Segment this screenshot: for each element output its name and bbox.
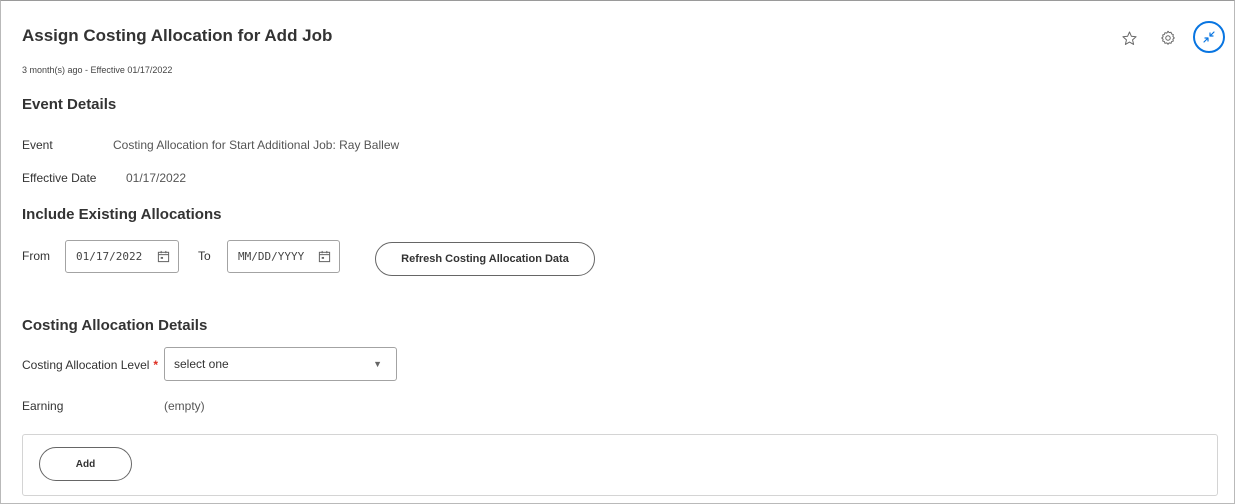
calendar-icon[interactable]: [157, 250, 170, 263]
costing-allocation-level-select[interactable]: select one ▼: [164, 347, 397, 381]
add-button[interactable]: Add: [39, 447, 132, 481]
to-label: To: [198, 249, 211, 263]
effective-date-label: Effective Date: [22, 171, 97, 185]
event-details-heading: Event Details: [22, 96, 117, 113]
event-value: Costing Allocation for Start Additional …: [113, 138, 400, 152]
event-label: Event: [22, 138, 53, 152]
select-value: select one: [174, 357, 229, 371]
collapse-arrows-icon: [1203, 31, 1215, 43]
dropdown-caret-icon: ▼: [373, 359, 382, 369]
costing-allocation-level-label-text: Costing Allocation Level: [22, 358, 150, 372]
costing-allocation-level-label: Costing Allocation Level *: [22, 358, 158, 372]
add-row-panel: [22, 434, 1218, 496]
from-date-value: 01/17/2022: [76, 250, 143, 263]
settings-gear-icon: [1161, 30, 1175, 45]
star-outline-icon: [1121, 30, 1137, 45]
effective-date-value: 01/17/2022: [126, 171, 187, 185]
to-date-placeholder: MM/DD/YYYY: [238, 250, 305, 263]
page-title: Assign Costing Allocation for Add Job: [22, 26, 333, 45]
star-icon[interactable]: [1119, 28, 1139, 48]
page-frame: [0, 0, 1235, 504]
collapse-button[interactable]: [1193, 21, 1225, 53]
page-subtitle: 3 month(s) ago - Effective 01/17/2022: [22, 65, 173, 75]
earning-label: Earning: [22, 399, 64, 413]
gear-icon[interactable]: [1158, 28, 1178, 48]
to-date-input[interactable]: MM/DD/YYYY: [227, 240, 340, 273]
from-label: From: [22, 249, 50, 263]
from-date-input[interactable]: 01/17/2022: [65, 240, 179, 273]
costing-allocation-details-heading: Costing Allocation Details: [22, 317, 208, 334]
required-indicator: *: [153, 358, 159, 372]
earning-value: (empty): [164, 399, 205, 413]
refresh-costing-allocation-button[interactable]: Refresh Costing Allocation Data: [375, 242, 595, 276]
calendar-icon[interactable]: [318, 250, 331, 263]
include-existing-heading: Include Existing Allocations: [22, 206, 222, 223]
